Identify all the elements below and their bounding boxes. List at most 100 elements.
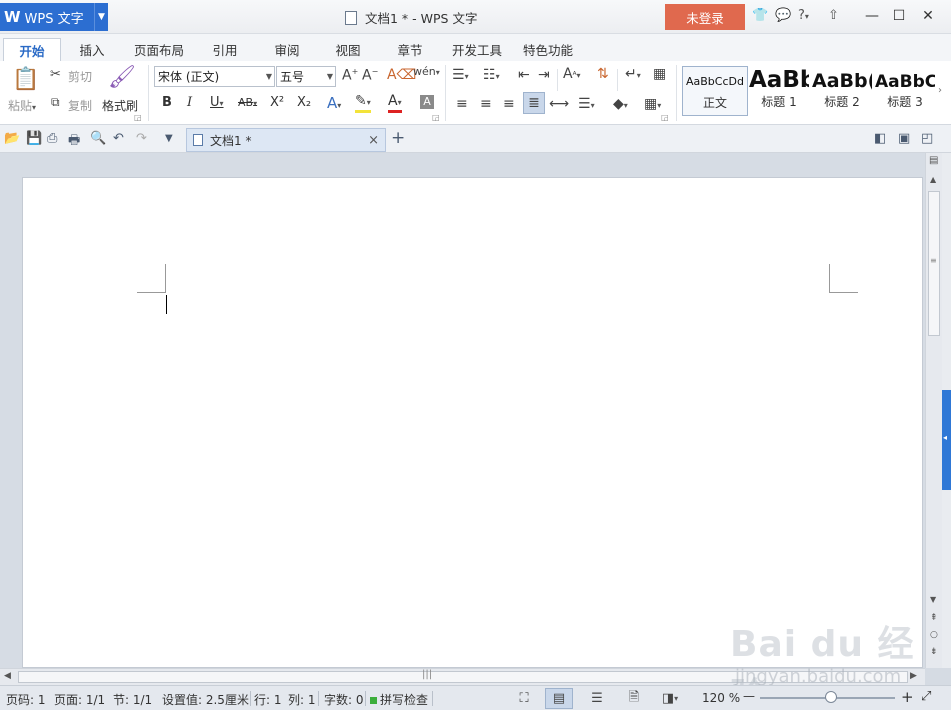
app-menu-caret-icon[interactable]: ▼ — [94, 3, 108, 31]
clear-format-icon[interactable]: A⌫ — [387, 67, 416, 83]
document-tab[interactable]: 文档1 * × — [186, 128, 386, 152]
character-shading-icon[interactable]: A — [420, 95, 434, 109]
minimize-button[interactable]: — — [861, 5, 883, 27]
styles-more-icon[interactable]: › — [938, 85, 942, 96]
new-tab-button[interactable]: + — [391, 128, 405, 148]
tab-insert[interactable]: 插入 — [70, 38, 114, 61]
scroll-down-icon[interactable]: ▼ — [930, 595, 936, 604]
italic-button[interactable]: I — [187, 95, 192, 110]
align-center-icon[interactable]: ≡ — [480, 96, 492, 112]
tab-chapter[interactable]: 章节 — [388, 38, 432, 61]
customize-quick-access-icon[interactable]: ▼ — [165, 133, 173, 144]
maximize-button[interactable]: ☐ — [888, 5, 910, 27]
bold-button[interactable]: B — [162, 95, 172, 110]
open-icon[interactable]: 📂 — [4, 131, 20, 146]
decrease-indent-icon[interactable]: ⇤ — [518, 67, 530, 83]
paragraph-shading-icon[interactable]: ◆▾ — [613, 96, 628, 112]
distributed-align-icon[interactable]: ⟷ — [549, 96, 569, 112]
page-view-icon[interactable]: ▤ — [545, 688, 573, 709]
highlight-icon[interactable]: ✎▾ — [355, 94, 371, 113]
redo-icon[interactable]: ↷ — [136, 131, 147, 146]
font-size-select[interactable]: 五号 ▼ — [276, 66, 336, 87]
change-case-icon[interactable]: Aᴬ▾ — [563, 66, 580, 82]
copy-button[interactable]: 复制 — [68, 97, 92, 114]
scroll-left-icon[interactable]: ◀ — [4, 671, 11, 681]
print-icon[interactable]: 🖶 — [68, 131, 80, 153]
underline-button[interactable]: U▾ — [210, 95, 224, 110]
app-menu-button[interactable]: W WPS 文字 ▼ — [0, 3, 108, 31]
full-screen-view-icon[interactable]: ⛶ — [510, 688, 538, 709]
format-painter-button[interactable]: 格式刷 — [102, 97, 138, 114]
tab-page-layout[interactable]: 页面布局 — [128, 38, 190, 61]
zoom-in-button[interactable]: + — [901, 688, 914, 706]
skin-icon[interactable]: 👕 — [752, 8, 768, 23]
zoom-level[interactable]: 120 % — [702, 691, 740, 705]
line-spacing-icon[interactable]: ☰▾ — [578, 96, 595, 112]
align-left-icon[interactable]: ≡ — [456, 96, 468, 112]
save-icon[interactable]: 💾 — [26, 131, 42, 146]
document-tab-close-icon[interactable]: × — [368, 133, 379, 148]
status-row[interactable]: 行: 1 — [254, 691, 282, 708]
scissors-icon[interactable]: ✂ — [50, 67, 61, 82]
tab-review[interactable]: 审阅 — [265, 38, 309, 61]
table-icon[interactable]: ▦ — [653, 66, 666, 82]
numbered-list-icon[interactable]: ☷▾ — [483, 67, 500, 83]
cut-button[interactable]: 剪切 — [68, 68, 92, 85]
style-normal[interactable]: AaBbCcDd 正文 — [682, 66, 748, 116]
increase-indent-icon[interactable]: ⇥ — [538, 67, 550, 83]
status-page[interactable]: 页面: 1/1 — [54, 691, 105, 708]
outline-view-icon[interactable]: ☰ — [583, 688, 611, 709]
side-panel-toggle[interactable]: ◂ — [942, 390, 951, 490]
borders-icon[interactable]: ▦▾ — [644, 96, 661, 112]
window-mode-icon[interactable]: ◰ — [921, 131, 933, 146]
ruler-toggle-icon[interactable]: ▤ — [929, 155, 938, 166]
superscript-button[interactable]: X² — [270, 95, 284, 110]
eye-protection-icon[interactable]: ◨ ▾ — [656, 688, 684, 709]
vertical-scrollbar[interactable]: ▤ ▲ ≡ ▼ ⇞ ○ ⇟ — [925, 153, 942, 668]
zoom-slider-knob[interactable] — [825, 691, 837, 703]
login-button[interactable]: 未登录 — [665, 4, 745, 30]
text-effect-icon[interactable]: A▾ — [327, 94, 341, 112]
status-section[interactable]: 节: 1/1 — [113, 691, 152, 708]
undo-icon[interactable]: ↶ — [113, 131, 124, 146]
status-word-count[interactable]: 字数: 0 — [324, 691, 364, 708]
sort-icon[interactable]: ⇅ — [597, 66, 609, 82]
style-heading-1[interactable]: AaBb 标题 1 — [749, 66, 809, 116]
upload-icon[interactable]: ⇧ — [828, 8, 839, 23]
justify-icon[interactable]: ≣ — [523, 92, 545, 114]
paste-button[interactable]: 粘贴▾ — [8, 97, 36, 114]
bullet-list-icon[interactable]: ☰▾ — [452, 67, 469, 83]
vertical-scroll-thumb[interactable]: ≡ — [928, 191, 940, 336]
tab-developer[interactable]: 开发工具 — [446, 38, 508, 61]
help-icon[interactable]: ?▾ — [798, 8, 809, 23]
status-col[interactable]: 列: 1 — [288, 691, 316, 708]
zoom-out-button[interactable]: — — [743, 689, 755, 703]
paragraph-launcher-icon[interactable]: ◲ — [661, 113, 669, 122]
export-pdf-icon[interactable]: ⎙ — [47, 131, 57, 146]
font-name-select[interactable]: 宋体 (正文) ▼ — [154, 66, 275, 87]
strikethrough-button[interactable]: AB▾ — [238, 96, 257, 109]
align-right-icon[interactable]: ≡ — [503, 96, 515, 112]
tab-references[interactable]: 引用 — [203, 38, 247, 61]
spell-check-toggle[interactable]: 拼写检查 — [370, 691, 428, 708]
tab-view[interactable]: 视图 — [326, 38, 370, 61]
collapse-icon[interactable]: ▣ — [898, 131, 910, 146]
document-page[interactable] — [22, 177, 923, 668]
font-launcher-icon[interactable]: ◲ — [432, 113, 440, 122]
clipboard-launcher-icon[interactable]: ◲ — [134, 113, 142, 122]
close-button[interactable]: ✕ — [917, 5, 939, 27]
show-marks-icon[interactable]: ↵▾ — [625, 66, 641, 82]
web-view-icon[interactable]: 🗎 — [620, 688, 648, 709]
print-preview-icon[interactable]: 🔍 — [90, 131, 106, 146]
grow-font-icon[interactable]: A+ — [342, 67, 358, 84]
format-painter-icon[interactable]: 🖌 — [108, 65, 136, 90]
status-page-code[interactable]: 页码: 1 — [6, 691, 46, 708]
phonetic-guide-icon[interactable]: wén▾ — [413, 65, 440, 78]
style-heading-3[interactable]: AaBbC 标题 3 — [875, 66, 935, 116]
font-color-button[interactable]: A▾ — [388, 94, 402, 113]
copy-icon[interactable]: ⧉ — [51, 95, 60, 110]
paste-icon[interactable]: 📋 — [12, 67, 39, 92]
tab-special-features[interactable]: 特色功能 — [517, 38, 579, 61]
tab-home[interactable]: 开始 — [3, 38, 61, 61]
shrink-font-icon[interactable]: A− — [362, 67, 378, 84]
